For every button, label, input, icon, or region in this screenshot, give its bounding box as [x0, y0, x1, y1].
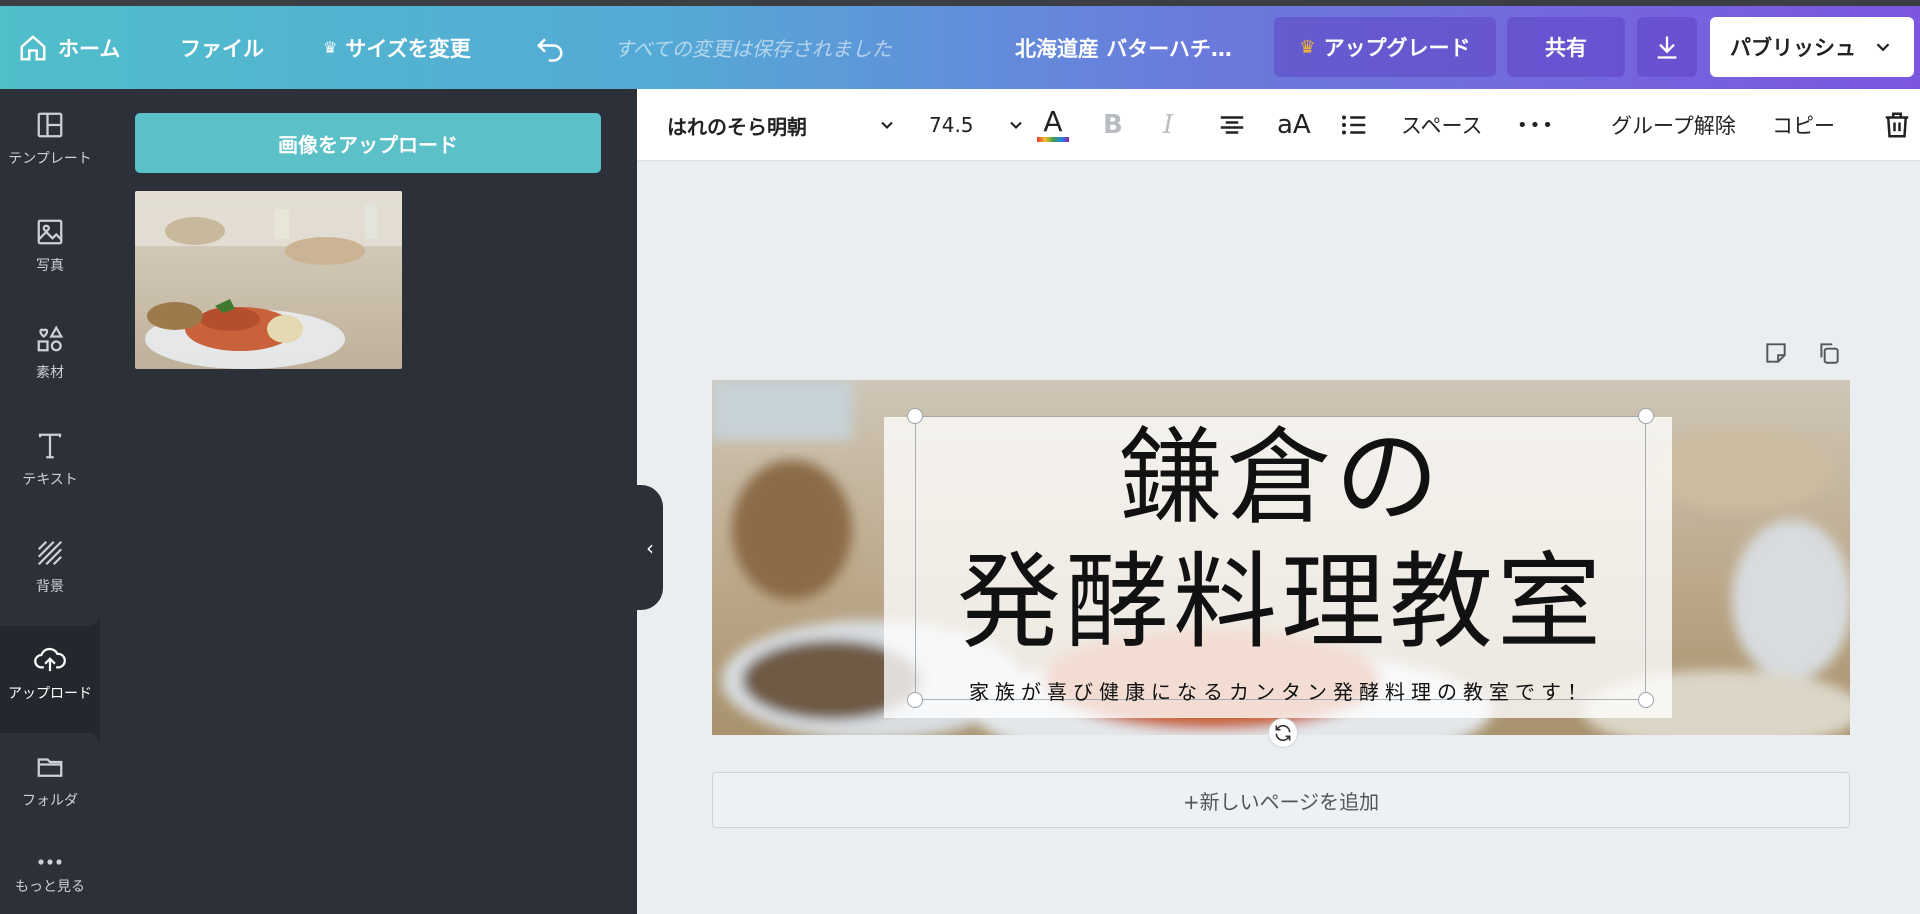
top-header: ホーム ファイル ♛ サイズを変更 すべての変更は保存されました 北海道産 バタ…	[0, 6, 1920, 89]
bold-button[interactable]: B	[1103, 89, 1123, 161]
rail-item-upload[interactable]: アップロード	[0, 624, 100, 724]
rail-item-elements[interactable]: 素材	[0, 303, 100, 403]
spacing-button[interactable]: スペース	[1401, 89, 1482, 161]
resize-label: サイズを変更	[345, 36, 471, 61]
chevron-down-icon	[881, 121, 893, 129]
save-status: すべての変更は保存されました	[614, 37, 892, 61]
delete-button[interactable]	[1882, 89, 1912, 161]
share-label: 共有	[1545, 36, 1587, 60]
document-title[interactable]: 北海道産 バターハチ…	[1015, 6, 1232, 89]
rail-item-template[interactable]: テンプレート	[0, 89, 100, 189]
template-icon	[37, 112, 63, 138]
upload-image-button[interactable]: 画像をアップロード	[135, 113, 601, 173]
rotate-handle[interactable]	[1268, 718, 1298, 748]
duplicate-icon	[1820, 343, 1839, 364]
rail-item-label: もっと見る	[15, 879, 85, 895]
undo-button[interactable]	[535, 6, 575, 89]
more-icon	[38, 859, 62, 865]
list-icon	[1342, 115, 1366, 135]
text-color-button[interactable]: A	[1037, 89, 1069, 161]
upgrade-button[interactable]: ♛ アップグレード	[1274, 17, 1496, 77]
align-center-icon	[1220, 116, 1244, 134]
chevron-down-icon	[1876, 43, 1890, 52]
download-icon	[1657, 36, 1677, 59]
design-page[interactable]: 鎌倉の 発酵料理教室 家族が喜び健康になるカンタン発酵料理の教室です！	[712, 380, 1850, 735]
italic-button[interactable]: I	[1163, 89, 1173, 161]
rail-item-label: テンプレート	[8, 151, 92, 167]
home-button[interactable]: ホーム	[18, 6, 120, 89]
background-icon	[37, 540, 63, 566]
uploaded-image-thumbnail[interactable]	[135, 191, 402, 369]
text-toolbar: はれのそら明朝 74.5 A B I aA スペース ••• グループ解除 コピ…	[637, 89, 1920, 161]
home-icon	[20, 34, 46, 60]
text-icon	[38, 433, 62, 459]
home-label: ホーム	[58, 36, 121, 61]
rail-item-photo[interactable]: 写真	[0, 196, 100, 296]
heading-line-2[interactable]: 発酵料理教室	[712, 545, 1850, 660]
note-icon	[1766, 343, 1786, 363]
letter-case-button[interactable]: aA	[1277, 89, 1311, 161]
file-menu-button[interactable]: ファイル	[180, 6, 264, 89]
rainbow-bar	[1037, 137, 1069, 142]
rotate-icon	[1275, 724, 1291, 742]
resize-button[interactable]: ♛ サイズを変更	[323, 6, 471, 89]
collapse-panel-button[interactable]: ‹	[637, 485, 663, 610]
copy-button[interactable]: コピー	[1772, 89, 1835, 161]
font-size-value: 74.5	[929, 113, 974, 137]
trash-icon	[1885, 112, 1909, 138]
file-label: ファイル	[180, 36, 264, 61]
folder-icon	[37, 758, 63, 777]
font-size-dropdown[interactable]: 74.5	[929, 89, 1026, 161]
undo-icon	[536, 37, 563, 62]
font-family-dropdown[interactable]: はれのそら明朝	[667, 89, 897, 161]
list-button[interactable]	[1339, 89, 1369, 161]
subheading[interactable]: 家族が喜び健康になるカンタン発酵料理の教室です！	[712, 676, 1850, 705]
chevron-down-icon	[1010, 121, 1022, 129]
upload-panel: 画像をアップロード	[100, 89, 637, 914]
elements-icon	[37, 325, 64, 352]
rail-item-label: アップロード	[8, 686, 92, 702]
publish-button[interactable]: パブリッシュ	[1710, 17, 1914, 77]
rail-item-label: 背景	[36, 579, 64, 595]
photo-icon	[37, 219, 63, 245]
text-color-icon: A	[1043, 105, 1063, 138]
font-family-value: はれのそら明朝	[667, 114, 807, 139]
crown-icon: ♛	[1299, 36, 1316, 58]
rail-item-folder[interactable]: フォルダ	[0, 731, 100, 831]
more-options-button[interactable]: •••	[1517, 89, 1555, 161]
ungroup-button[interactable]: グループ解除	[1611, 89, 1736, 161]
heading-line-1[interactable]: 鎌倉の	[712, 420, 1850, 535]
rail-item-label: フォルダ	[22, 793, 78, 809]
rail-item-label: テキスト	[22, 472, 78, 488]
rail-item-background[interactable]: 背景	[0, 517, 100, 617]
upload-icon	[34, 647, 66, 672]
rail-item-more[interactable]: もっと見る	[0, 838, 100, 914]
duplicate-page-button[interactable]	[1815, 339, 1843, 367]
crown-icon: ♛	[323, 38, 338, 57]
upgrade-label: アップグレード	[1323, 36, 1471, 60]
publish-label: パブリッシュ	[1730, 36, 1856, 60]
rail-item-label: 写真	[36, 258, 64, 274]
rail-item-text[interactable]: テキスト	[0, 410, 100, 510]
pasta-photo-thumbnail	[135, 191, 402, 369]
align-button[interactable]	[1217, 89, 1247, 161]
rail-item-label: 素材	[36, 365, 64, 381]
share-button[interactable]: 共有	[1507, 17, 1625, 77]
download-button[interactable]	[1637, 17, 1697, 77]
add-page-button[interactable]: +新しいページを追加	[712, 772, 1850, 828]
page-notes-button[interactable]	[1762, 339, 1790, 367]
